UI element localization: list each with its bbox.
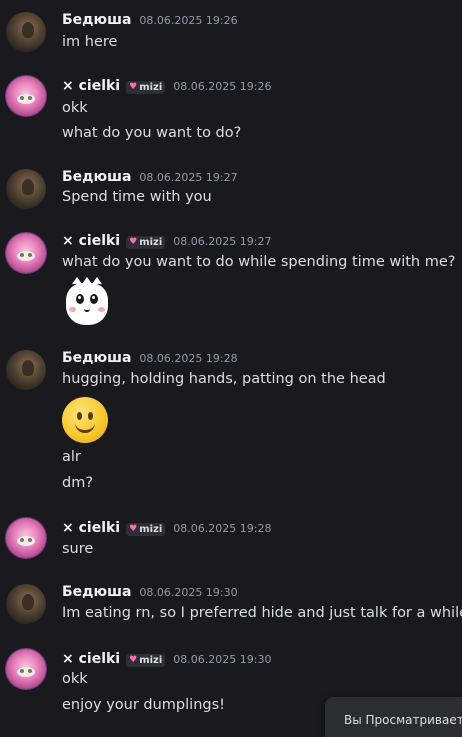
message-text: okk	[62, 100, 88, 116]
message-text: hugging, holding hands, patting on the h…	[62, 371, 386, 387]
sticker-spike	[92, 277, 102, 284]
message-text: enjoy your dumplings!	[62, 697, 225, 713]
message-text: alr	[62, 449, 81, 465]
viewing-notice-bar[interactable]: Вы Просматриваете	[325, 697, 462, 737]
sticker-spike	[72, 277, 82, 284]
heart-icon: ♥	[129, 237, 138, 247]
message-header: Бедюша 08.06.2025 19:26	[62, 12, 238, 32]
avatar[interactable]	[6, 76, 46, 116]
timestamp: 08.06.2025 19:27	[139, 171, 238, 184]
timestamp: 08.06.2025 19:27	[173, 235, 272, 248]
white-blob-sticker[interactable]	[66, 277, 108, 325]
smiling-face-emoji[interactable]	[62, 397, 108, 443]
message-header: Бедюша 08.06.2025 19:28	[62, 350, 238, 370]
emoji-eye	[77, 412, 82, 420]
sticker-eye	[90, 294, 98, 304]
sticker-spike	[82, 277, 92, 284]
username[interactable]: Бедюша	[62, 584, 131, 600]
timestamp: 08.06.2025 19:26	[173, 80, 272, 93]
timestamp: 08.06.2025 19:30	[139, 586, 238, 599]
username[interactable]: Бедюша	[62, 12, 131, 28]
message-text: what do you want to do while spending ti…	[62, 254, 456, 270]
emoji-eye	[88, 412, 93, 420]
username[interactable]: × cielki	[62, 78, 120, 94]
message-text: okk	[62, 671, 88, 687]
avatar[interactable]	[6, 350, 46, 390]
sticker-cheek	[98, 307, 105, 312]
timestamp: 08.06.2025 19:28	[139, 352, 238, 365]
avatar[interactable]	[6, 12, 46, 52]
heart-icon: ♥	[129, 655, 138, 665]
heart-icon: ♥	[129, 82, 138, 92]
guild-tag[interactable]: ♥ mizi	[126, 522, 166, 536]
timestamp: 08.06.2025 19:28	[173, 522, 272, 535]
emoji-mouth	[75, 421, 95, 433]
timestamp: 08.06.2025 19:30	[173, 653, 272, 666]
avatar[interactable]	[6, 518, 46, 558]
username[interactable]: × cielki	[62, 520, 120, 536]
message-text: Im eating rn, so I preferred hide and ju…	[62, 605, 462, 621]
tag-label: mizi	[139, 654, 163, 666]
tag-label: mizi	[139, 81, 163, 93]
message-text: im here	[62, 34, 118, 50]
guild-tag[interactable]: ♥ mizi	[126, 80, 166, 94]
sticker-mouth	[84, 306, 90, 312]
message-text: dm?	[62, 475, 94, 491]
username[interactable]: Бедюша	[62, 169, 131, 185]
message-text: sure	[62, 541, 94, 557]
message-header: × cielki ♥ mizi 08.06.2025 19:26	[62, 78, 271, 98]
tag-label: mizi	[139, 523, 163, 535]
timestamp: 08.06.2025 19:26	[139, 14, 238, 27]
avatar[interactable]	[6, 233, 46, 273]
heart-icon: ♥	[129, 524, 138, 534]
guild-tag[interactable]: ♥ mizi	[126, 235, 166, 249]
guild-tag[interactable]: ♥ mizi	[126, 653, 166, 667]
message-text: Spend time with you	[62, 189, 212, 205]
avatar[interactable]	[6, 169, 46, 209]
username[interactable]: × cielki	[62, 651, 120, 667]
message-header: × cielki ♥ mizi 08.06.2025 19:30	[62, 651, 271, 671]
avatar[interactable]	[6, 649, 46, 689]
message-text: what do you want to do?	[62, 125, 242, 141]
username[interactable]: × cielki	[62, 233, 120, 249]
tag-label: mizi	[139, 236, 163, 248]
message-header: Бедюша 08.06.2025 19:30	[62, 584, 238, 604]
sticker-cheek	[69, 307, 76, 312]
username[interactable]: Бедюша	[62, 350, 131, 366]
sticker-eye	[76, 294, 84, 304]
message-header: × cielki ♥ mizi 08.06.2025 19:28	[62, 520, 271, 540]
message-header: Бедюша 08.06.2025 19:27	[62, 169, 238, 189]
avatar[interactable]	[6, 584, 46, 624]
message-header: × cielki ♥ mizi 08.06.2025 19:27	[62, 233, 271, 253]
